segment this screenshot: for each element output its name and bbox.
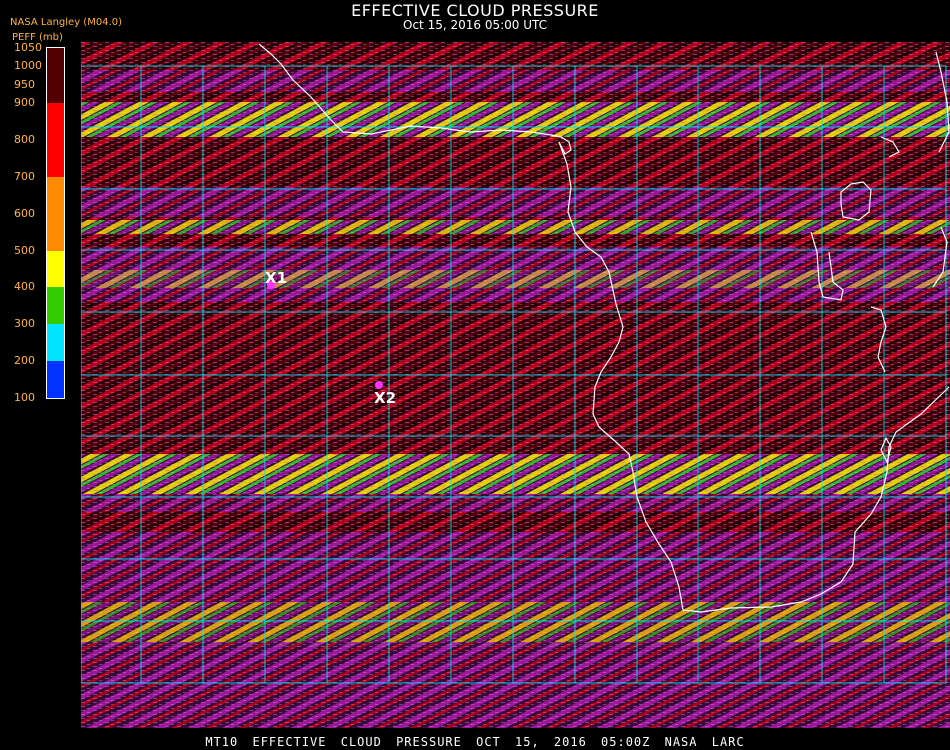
color-scale-tick-label: 1000 [14, 59, 42, 73]
color-scale-tick-label: 200 [14, 354, 35, 368]
color-scale-tick-label: 950 [14, 77, 35, 91]
map-timestamp: Oct 15, 2016 05:00 UTC [403, 18, 547, 32]
color-scale-bar [46, 47, 65, 399]
color-scale-tick-label: 900 [14, 96, 35, 110]
color-scale-tick-label: 100 [14, 391, 35, 404]
color-scale-segment [47, 176, 64, 251]
color-scale-segment [47, 103, 64, 177]
producer-label: NASA Langley (M04.0) [10, 17, 122, 28]
color-scale-tick-label: 300 [14, 317, 35, 331]
color-scale-segment [47, 361, 64, 398]
marker-x2-label: X2 [374, 389, 396, 407]
marker-x1-label: X1 [265, 269, 287, 287]
footer-caption: MT10 EFFECTIVE CLOUD PRESSURE OCT 15, 20… [205, 735, 745, 749]
cloud-pressure-map[interactable]: X1 X2 [81, 42, 950, 728]
color-scale-tick-label: 600 [14, 206, 35, 220]
color-scale-tick-label: 800 [14, 133, 35, 147]
color-scale-tick-label: 700 [14, 169, 35, 183]
color-scale-tick-label: 500 [14, 243, 35, 257]
marker-x1[interactable]: X1 [265, 269, 287, 289]
color-scale-segment [47, 287, 64, 325]
color-scale-segment [47, 250, 64, 288]
color-scale-tick-label: 1050 [14, 41, 42, 54]
color-scale-tick-label: 400 [14, 280, 35, 294]
color-scale-segment [47, 324, 64, 362]
color-scale-segment [47, 48, 64, 104]
cloud-bands [81, 42, 950, 728]
